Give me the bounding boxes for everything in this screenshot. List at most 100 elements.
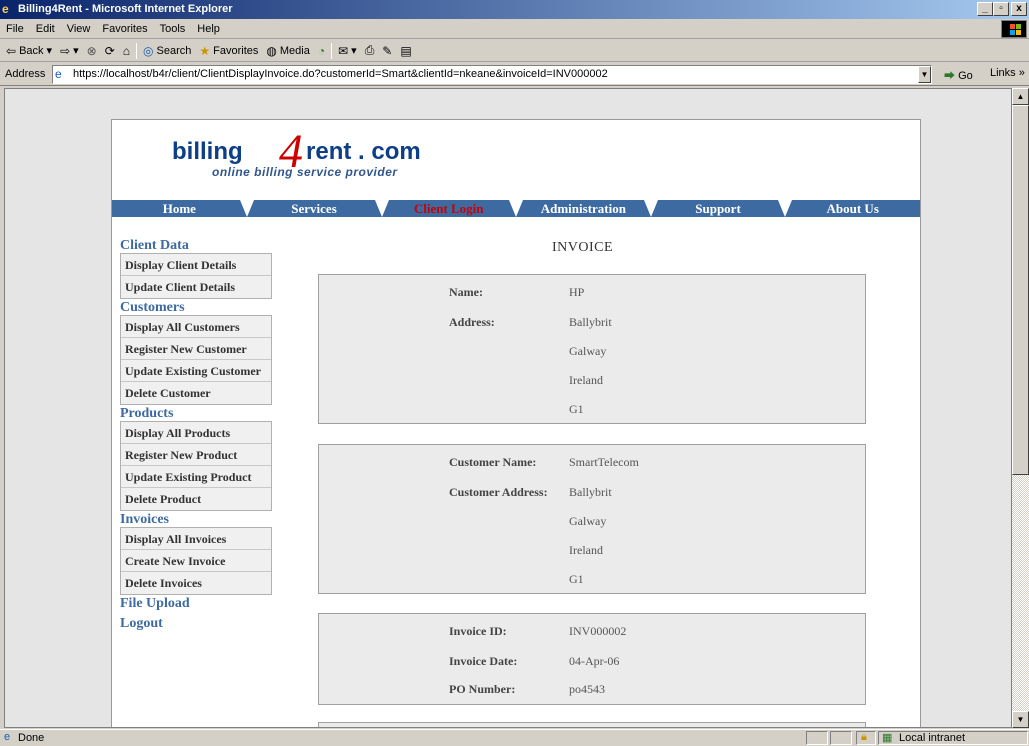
nav-administration[interactable]: Administration [516, 200, 651, 217]
invoice-id-label: Invoice ID: [449, 624, 507, 638]
customer-address-line: Galway [569, 514, 607, 528]
vertical-scrollbar[interactable]: ▲ ▼ [1012, 88, 1029, 728]
dropdown-icon: ▾ [73, 45, 79, 57]
nav-divider [644, 200, 658, 217]
nav-support[interactable]: Support [651, 200, 786, 217]
sidebar-item-display-client-details[interactable]: Display Client Details [121, 254, 271, 276]
discuss-icon: ▤ [400, 43, 412, 58]
invoice-details-box: Invoice ID: INV000002 Invoice Date: 04-A… [318, 613, 866, 705]
invoice-date-value: 04-Apr-06 [569, 654, 620, 668]
history-button[interactable]: ◔ [316, 44, 327, 58]
sidebar-group-products: Display All Products Register New Produc… [120, 421, 272, 511]
sidebar-link-logout[interactable]: Logout [120, 616, 272, 631]
go-arrow-icon: ⮕ [944, 70, 955, 82]
sidebar-item-update-existing-product[interactable]: Update Existing Product [121, 466, 271, 488]
scroll-down-button[interactable]: ▼ [1012, 711, 1029, 728]
sidebar-heading-products: Products [120, 406, 174, 421]
menu-edit[interactable]: Edit [30, 19, 61, 39]
sidebar-item-delete-customer[interactable]: Delete Customer [121, 382, 271, 404]
dropdown-icon: ▾ [351, 45, 357, 57]
client-address-line: Galway [569, 344, 607, 358]
customer-name-label: Customer Name: [449, 455, 537, 469]
sidebar-heading-invoices: Invoices [120, 512, 169, 527]
favorites-button[interactable]: ★ Favorites [197, 44, 260, 58]
search-button[interactable]: ◎ Search [141, 44, 193, 58]
edit-button[interactable]: ✎ [380, 44, 394, 58]
mail-button[interactable]: ✉ ▾ [336, 44, 359, 58]
edit-icon: ✎ [382, 43, 393, 58]
maximize-button[interactable]: ▫ [993, 2, 1009, 16]
menu-view[interactable]: View [61, 19, 97, 39]
sidebar-item-register-new-customer[interactable]: Register New Customer [121, 338, 271, 360]
customer-address-line: G1 [569, 572, 584, 586]
links-button[interactable]: Links » [990, 67, 1025, 79]
invoice-title: INVOICE [552, 240, 614, 255]
sidebar-item-register-new-product[interactable]: Register New Product [121, 444, 271, 466]
zone-text: Local intranet [899, 732, 966, 744]
po-number-label: PO Number: [449, 682, 516, 696]
status-page-icon: e [4, 731, 11, 743]
sidebar-item-delete-invoices[interactable]: Delete Invoices [121, 572, 271, 594]
minimize-button[interactable]: _ [977, 2, 993, 16]
refresh-icon: ⟳ [104, 43, 115, 58]
menu-file[interactable]: File [0, 19, 30, 39]
print-icon: ⎙ [364, 43, 375, 57]
nav-client-login[interactable]: Client Login [381, 200, 516, 217]
address-dropdown-button[interactable]: ▼ [918, 66, 931, 83]
browser-viewport: billing 4 rent . com online billing serv… [4, 88, 1012, 728]
nav-about-us[interactable]: About Us [785, 200, 920, 217]
sidebar-item-display-all-products[interactable]: Display All Products [121, 422, 271, 444]
nav-services[interactable]: Services [247, 200, 382, 217]
billing4rent-logo[interactable]: billing 4 rent . com online billing serv… [172, 125, 472, 188]
invoice-date-label: Invoice Date: [449, 654, 518, 668]
address-input[interactable]: e https://localhost/b4r/client/ClientDis… [52, 65, 932, 84]
client-address-line: G1 [569, 402, 584, 416]
ie-icon: e [2, 2, 9, 16]
history-icon: ◔ [317, 43, 326, 58]
scroll-thumb[interactable] [1012, 105, 1029, 475]
address-label: Address [5, 68, 46, 80]
menu-help[interactable]: Help [191, 19, 226, 39]
stop-button[interactable]: ⊗ [85, 44, 99, 58]
print-button[interactable]: ⎙ [363, 43, 377, 58]
zone-panel: ▦ Local intranet [878, 731, 1028, 745]
refresh-button[interactable]: ⟳ [103, 44, 117, 58]
address-url: https://localhost/b4r/client/ClientDispl… [73, 68, 608, 80]
client-name-value: HP [569, 285, 585, 299]
windows-logo-icon [1001, 20, 1027, 38]
favorites-icon: ★ [199, 43, 211, 58]
sidebar-link-file-upload[interactable]: File Upload [120, 596, 272, 611]
customer-info-box: Customer Name: SmartTelecom Customer Add… [318, 444, 866, 594]
scroll-up-button[interactable]: ▲ [1012, 88, 1029, 105]
logo-tagline: online billing service provider [212, 165, 398, 179]
sidebar-item-create-new-invoice[interactable]: Create New Invoice [121, 550, 271, 572]
client-name-label: Name: [449, 285, 483, 299]
discuss-button[interactable]: ▤ [398, 44, 413, 58]
sidebar-item-update-existing-customer[interactable]: Update Existing Customer [121, 360, 271, 382]
chevron-right-icon: » [1018, 67, 1025, 79]
forward-button[interactable]: ⇨ ▾ [58, 44, 81, 58]
status-panel [806, 731, 828, 745]
lock-icon: 🔒︎ [861, 731, 867, 743]
nav-divider [509, 200, 523, 217]
toolbar: ⇦ Back ▾ ⇨ ▾ ⊗ ⟳ ⌂ ◎ Search ★ Favorites ◍ Medi… [0, 40, 1029, 62]
menu-tools[interactable]: Tools [154, 19, 192, 39]
next-section-box [318, 722, 866, 727]
status-panel [830, 731, 852, 745]
home-button[interactable]: ⌂ [121, 44, 132, 58]
customer-name-value: SmartTelecom [569, 455, 639, 469]
go-button[interactable]: ⮕ Go [944, 67, 973, 83]
nav-home[interactable]: Home [112, 200, 247, 217]
sidebar-item-update-client-details[interactable]: Update Client Details [121, 276, 271, 298]
close-button[interactable]: x [1011, 2, 1027, 16]
customer-address-line: Ballybrit [569, 485, 612, 499]
mail-icon: ✉ [338, 43, 349, 58]
media-button[interactable]: ◍ Media [264, 44, 311, 58]
sidebar-item-display-all-customers[interactable]: Display All Customers [121, 316, 271, 338]
back-button[interactable]: ⇦ Back ▾ [4, 44, 54, 58]
sidebar-item-display-all-invoices[interactable]: Display All Invoices [121, 528, 271, 550]
nav-divider [778, 200, 792, 217]
sidebar-item-delete-product[interactable]: Delete Product [121, 488, 271, 510]
menu-favorites[interactable]: Favorites [96, 19, 153, 39]
customer-address-label: Customer Address: [449, 485, 548, 499]
